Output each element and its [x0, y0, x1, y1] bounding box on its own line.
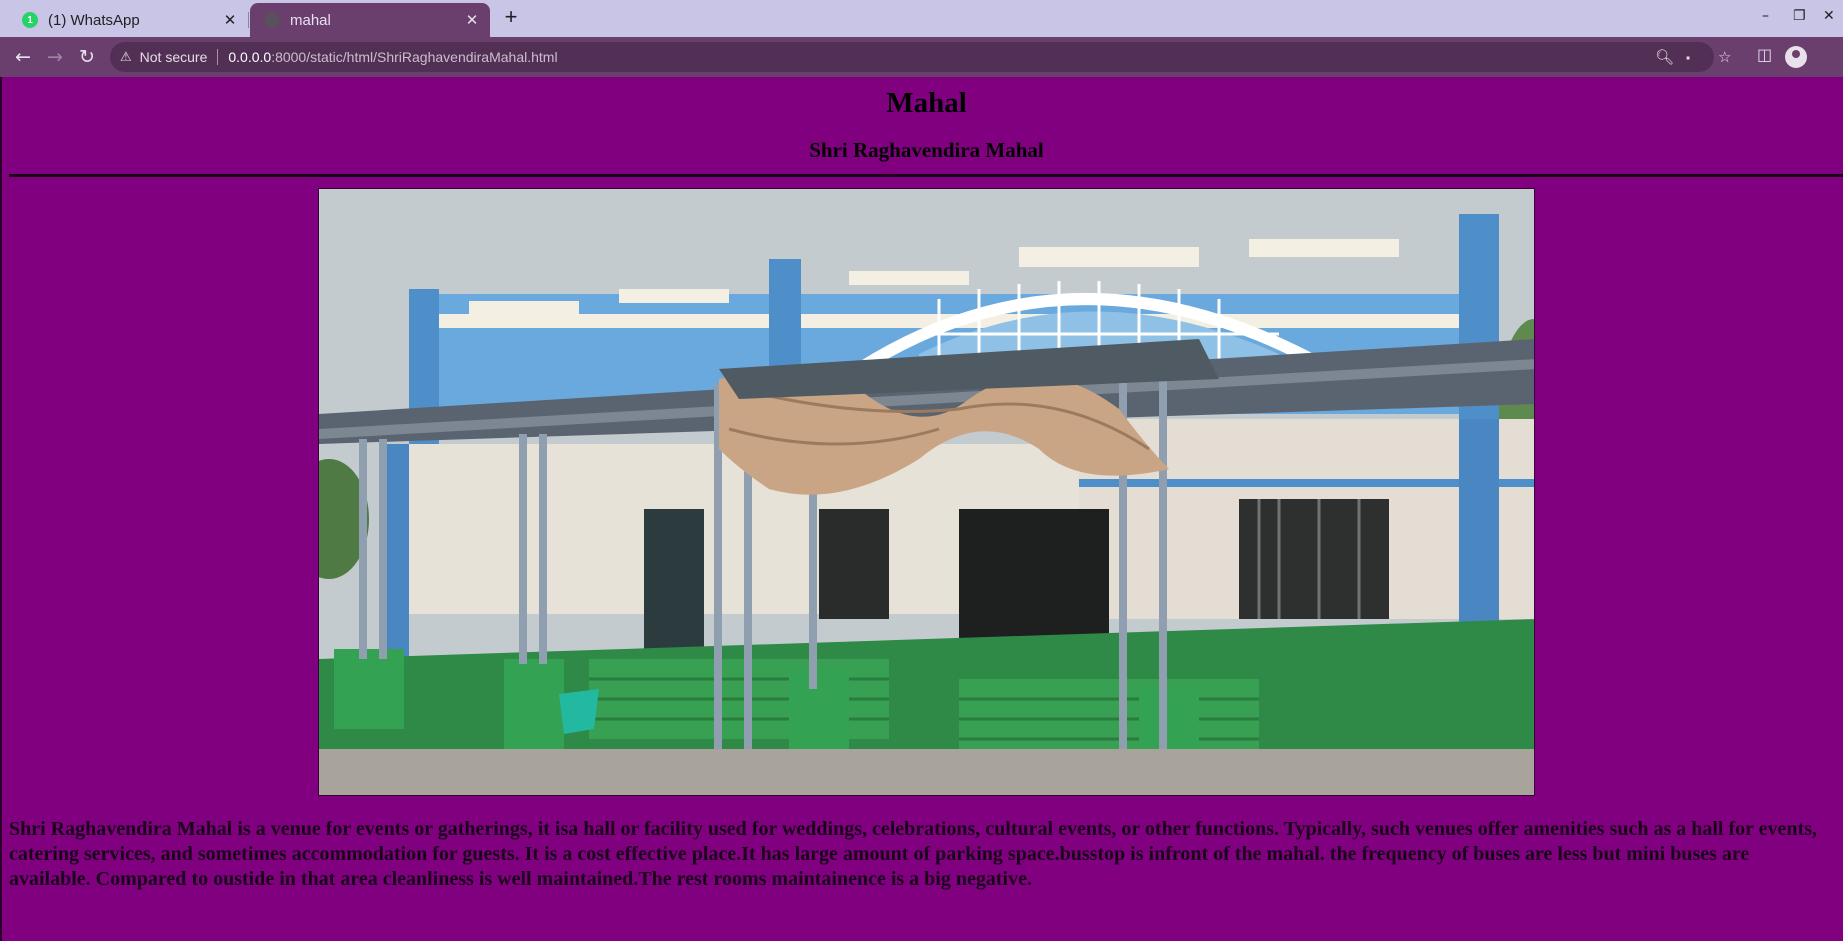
browser-toolbar: ← → ↻ ⚠ Not secure 0.0.0.0:8000/static/h… [0, 37, 1843, 77]
tab-title: mahal [290, 11, 331, 29]
mahal-photo-illustration [319, 189, 1534, 795]
tab-divider [248, 12, 249, 28]
new-tab-icon[interactable]: + [500, 6, 522, 29]
forward-arrow-icon[interactable]: → [43, 45, 67, 69]
page-title: Mahal [886, 87, 967, 119]
back-arrow-icon[interactable]: ← [11, 45, 35, 69]
bookmark-star-icon[interactable]: ☆ [1718, 42, 1731, 72]
page-body: Mahal Shri Raghavendira Mahal Shri Ragha… [0, 77, 1843, 941]
tab-title: (1) WhatsApp [48, 11, 140, 29]
minimize-icon[interactable]: – [1762, 8, 1769, 24]
side-panel-icon[interactable]: ◫ [1757, 45, 1772, 64]
horizontal-rule [9, 174, 1843, 177]
close-window-icon[interactable]: ✕ [1823, 8, 1835, 24]
zoom-icon[interactable]: 🔍︎ [1655, 42, 1674, 72]
tab-whatsapp[interactable]: 1 (1) WhatsApp ✕ [8, 3, 248, 37]
globe-favicon-icon [264, 12, 280, 28]
page-left-border [0, 77, 2, 941]
share-icon[interactable]: ⬝ [1686, 42, 1690, 72]
profile-avatar-icon[interactable] [1785, 46, 1807, 68]
whatsapp-favicon-icon: 1 [22, 12, 38, 28]
url-path: :8000/static/html/ShriRaghavendiraMahal.… [271, 49, 558, 65]
venue-description: Shri Raghavendira Mahal is a venue for e… [9, 818, 1817, 890]
venue-name: Shri Raghavendira Mahal [809, 138, 1044, 162]
restore-icon[interactable]: ❐ [1793, 8, 1806, 24]
tab-strip: 1 (1) WhatsApp ✕ mahal ✕ + – ❐ ✕ [0, 0, 1843, 37]
close-tab-icon[interactable]: ✕ [462, 11, 482, 29]
reload-icon[interactable]: ↻ [75, 45, 99, 69]
close-tab-icon[interactable]: ✕ [220, 11, 240, 29]
warning-icon[interactable]: ⚠ [120, 49, 132, 65]
security-label[interactable]: Not secure [140, 49, 208, 65]
tab-mahal[interactable]: mahal ✕ [250, 3, 490, 37]
mahal-photo [318, 188, 1535, 796]
url-host: 0.0.0.0 [228, 49, 272, 65]
address-divider [217, 49, 219, 65]
address-bar[interactable]: ⚠ Not secure 0.0.0.0:8000/static/html/Sh… [110, 42, 1731, 72]
